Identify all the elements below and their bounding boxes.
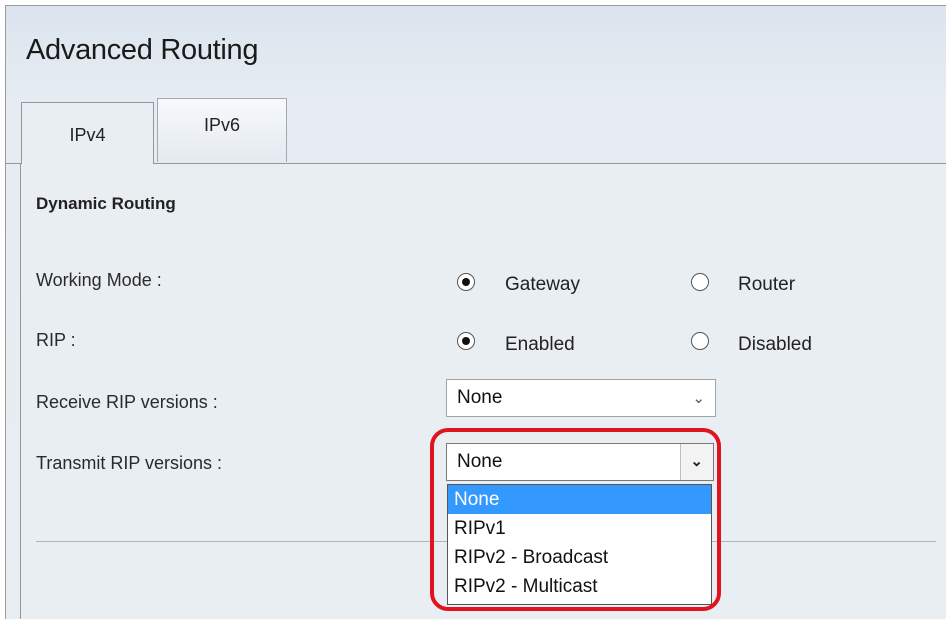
tab-ipv4[interactable]: IPv4 (21, 102, 154, 164)
chevron-down-icon: ⌄ (692, 390, 705, 407)
gateway-radio-label[interactable]: Gateway (505, 274, 580, 296)
annotation-highlight-ring (430, 428, 721, 611)
page-title: Advanced Routing (26, 34, 259, 66)
rip-disabled-label[interactable]: Disabled (738, 334, 812, 356)
rip-enabled-radio[interactable] (457, 332, 475, 350)
tab-label: IPv4 (69, 125, 106, 145)
rip-enabled-label[interactable]: Enabled (505, 334, 575, 356)
gateway-radio[interactable] (457, 273, 475, 291)
receive-rip-select[interactable]: None ⌄ (446, 379, 716, 417)
router-radio[interactable] (691, 273, 709, 291)
receive-rip-value: None (457, 387, 503, 408)
working-mode-label: Working Mode : (36, 270, 162, 290)
receive-rip-label: Receive RIP versions : (36, 392, 218, 412)
rip-label: RIP : (36, 330, 76, 350)
transmit-rip-label: Transmit RIP versions : (36, 453, 223, 473)
section-title: Dynamic Routing (36, 194, 176, 213)
rip-disabled-radio[interactable] (691, 332, 709, 350)
router-radio-label[interactable]: Router (738, 274, 795, 296)
tab-label: IPv6 (203, 115, 241, 135)
tab-ipv6[interactable]: IPv6 (157, 98, 287, 162)
